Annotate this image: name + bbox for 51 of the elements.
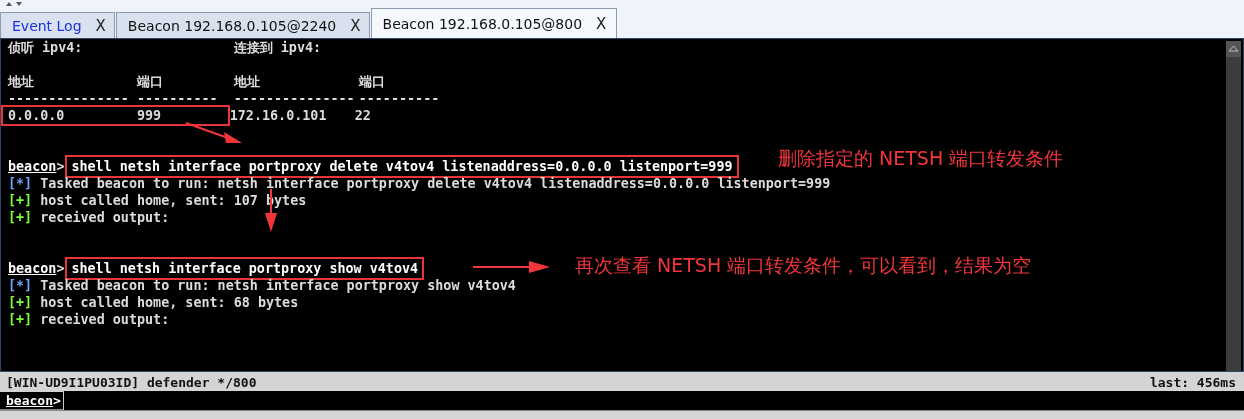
console-text: received output:	[40, 311, 170, 328]
tab-label: Event Log	[12, 17, 82, 34]
command-input-field[interactable]	[62, 391, 1244, 410]
annotation-text: 再次查看 NETSH 端口转发条件，可以看到，结果为空	[575, 253, 1032, 278]
console-text: 连接到 ipv4:	[233, 39, 323, 56]
command-text: shell netsh interface portproxy delete v4tov4 listenaddress=0.0.0.0 listenport=999	[65, 155, 739, 178]
header-rule: ----------	[137, 90, 219, 107]
tab-label: Beacon 192.168.0.105@2240	[127, 17, 337, 34]
tab[interactable]: Beacon 192.168.0.105@2240 X	[115, 12, 370, 38]
tab[interactable]: Beacon 192.168.0.105@800 X	[370, 8, 618, 38]
session-info: [WIN-UD9I1PU03ID] defender */800	[6, 375, 257, 390]
tab[interactable]: Event Log X	[0, 12, 115, 38]
close-tab-button[interactable]: X	[95, 16, 106, 35]
scroll-down-icon[interactable]	[16, 2, 22, 6]
scroll-up-icon[interactable]	[1226, 41, 1241, 57]
annotation-text: 删除指定的 NETSH 端口转发条件	[778, 146, 1064, 171]
prompt-sign: >	[52, 393, 61, 408]
last-seen-text: last: 456ms	[1149, 375, 1236, 390]
scroll-up-icon[interactable]	[6, 2, 12, 6]
prompt-sign: >	[56, 158, 65, 175]
column-header: 地址	[8, 73, 35, 90]
status-marker: [+]	[8, 294, 33, 311]
scrollbar[interactable]	[1226, 41, 1241, 371]
prompt-label: beacon	[6, 393, 53, 408]
prompt-sign: >	[56, 260, 65, 277]
column-header: 端口	[358, 73, 386, 90]
header-rule: ---------------	[233, 90, 356, 107]
console-text: received output:	[40, 209, 170, 226]
prompt-label: beacon	[8, 158, 57, 175]
prompt-label: beacon	[8, 260, 57, 277]
close-tab-button[interactable]: X	[350, 16, 361, 35]
console-text: Tasked beacon to run: netsh interface portproxy show v4tov4	[40, 277, 516, 294]
console-text: 侦听 ipv4:	[8, 39, 84, 56]
table-cell-text: 172.16.0.101	[229, 107, 328, 124]
header-rule: ---------------	[8, 90, 130, 107]
column-header: 地址	[233, 73, 261, 90]
status-marker: [*]	[8, 175, 33, 192]
status-marker: [+]	[8, 192, 33, 209]
status-marker: [*]	[8, 277, 33, 294]
table-cell-text: 0.0.0.0	[8, 107, 66, 124]
status-marker: [+]	[8, 311, 33, 328]
table-cell-text: 22	[354, 107, 372, 124]
status-marker: [+]	[8, 209, 33, 226]
tab-label: Beacon 192.168.0.105@800	[382, 15, 583, 32]
console-text: host called home, sent: 68 bytes	[40, 294, 299, 311]
close-tab-button[interactable]: X	[596, 14, 607, 33]
table-cell-text: 999	[137, 107, 163, 124]
console-text: Tasked beacon to run: netsh interface portproxy delete v4tov4 listenaddress=0.0.0.0 listenport=999	[40, 175, 831, 192]
header-rule: ----------	[358, 90, 441, 107]
command-text: shell netsh interface portproxy show v4tov4	[65, 257, 425, 280]
column-header: 端口	[137, 73, 164, 90]
